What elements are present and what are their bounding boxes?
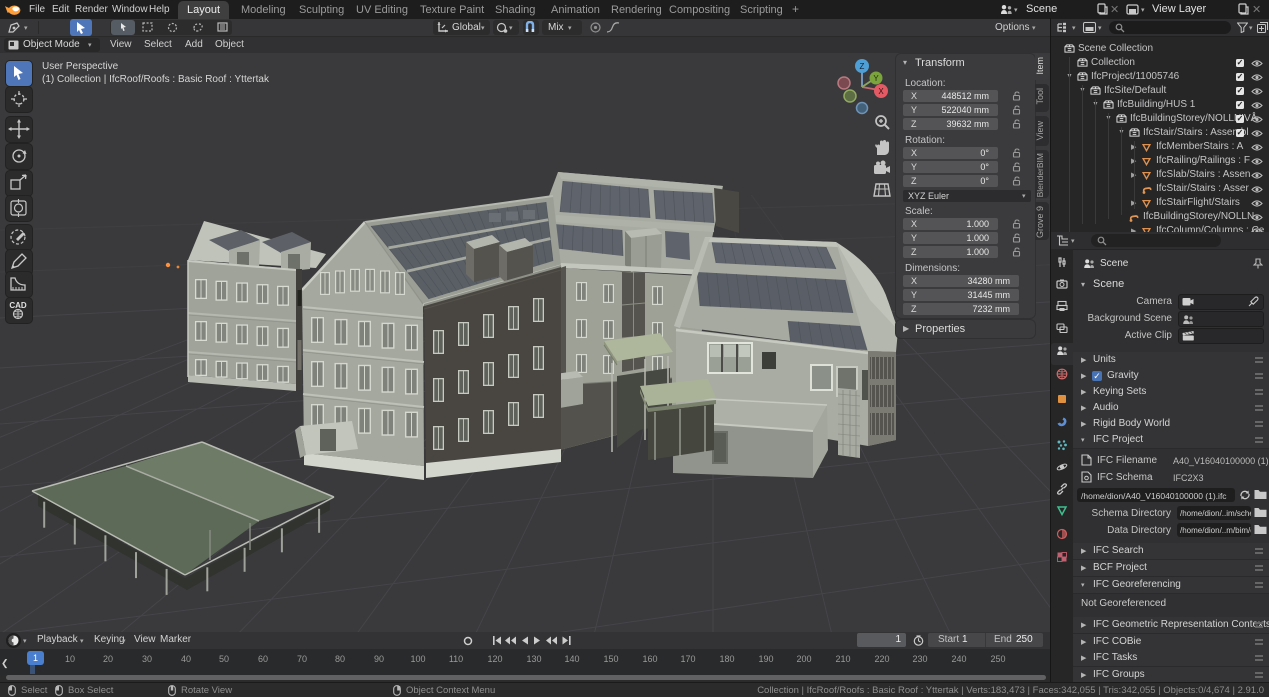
svg-text:Y: Y bbox=[873, 74, 879, 83]
svg-text:Z: Z bbox=[860, 62, 865, 71]
svg-text:X: X bbox=[878, 87, 884, 96]
svg-text:CAD: CAD bbox=[9, 301, 27, 310]
